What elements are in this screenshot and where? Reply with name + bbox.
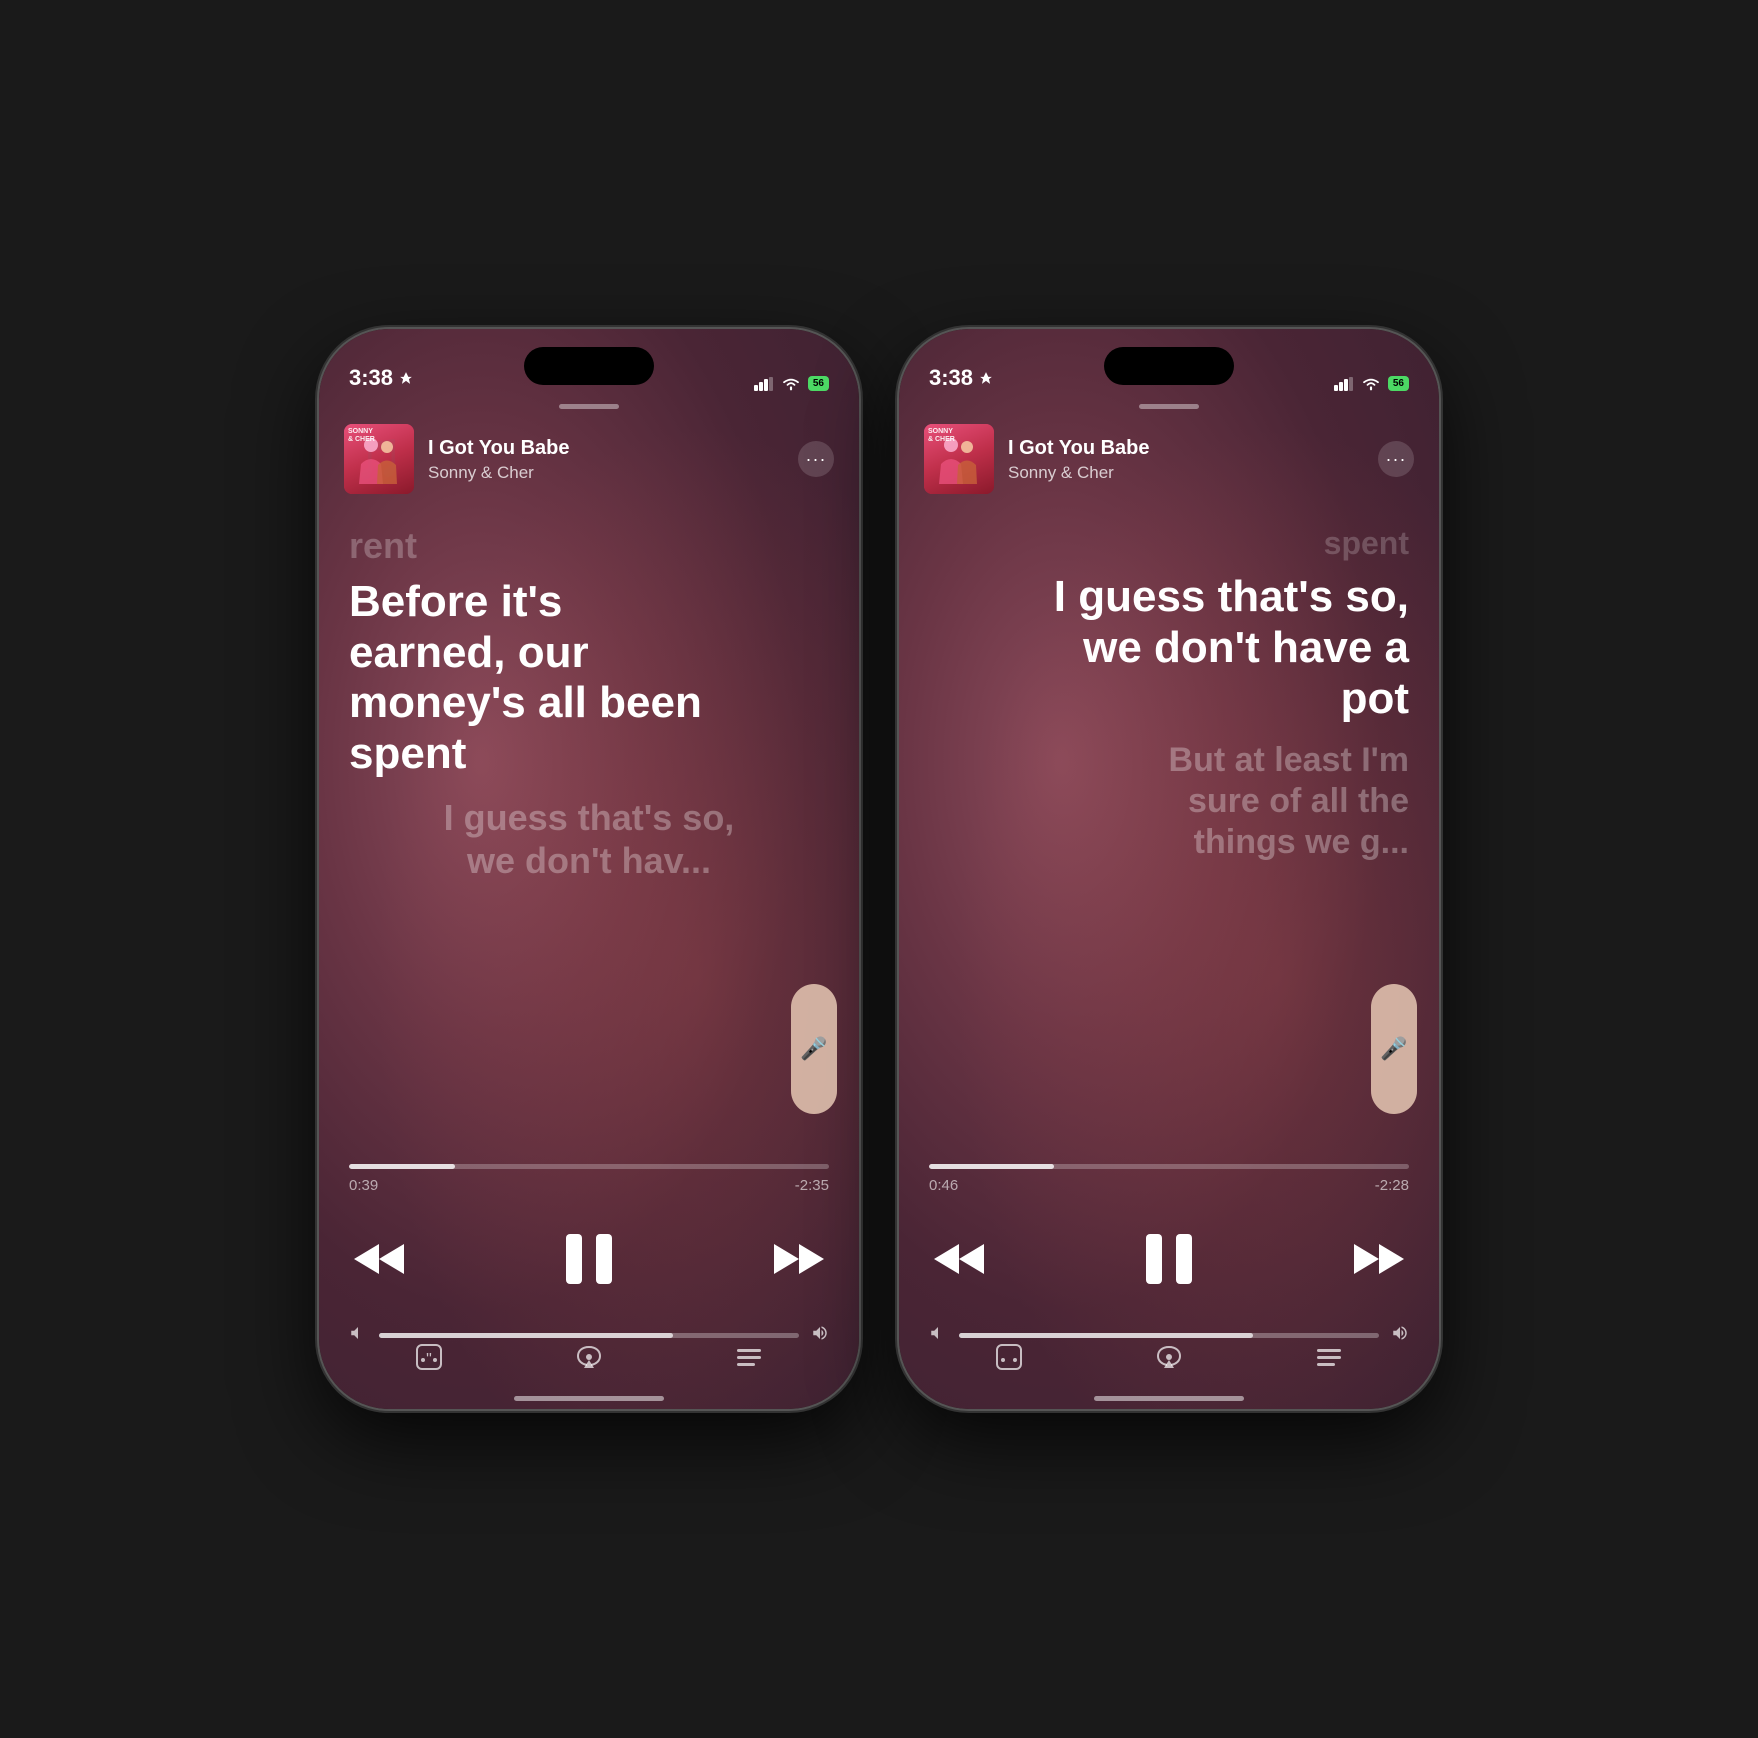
time-remaining: -2:35 — [795, 1177, 829, 1194]
airplay-button-2[interactable] — [1147, 1335, 1191, 1379]
scroll-handle-2[interactable]: 🎤 — [1371, 984, 1417, 1114]
svg-text:": " — [426, 1351, 432, 1368]
airplay-button[interactable] — [567, 1335, 611, 1379]
song-artist: Sonny & Cher — [428, 463, 784, 483]
mini-player: 🎵 SONNY& CHER I Got You Babe — [344, 424, 834, 494]
bottom-bar: " — [349, 1335, 829, 1379]
drag-indicator-2 — [1139, 404, 1199, 409]
progress-area-2: 0:46 -2:28 — [929, 1164, 1409, 1194]
lyrics-display: rent Before it's earned, our money's all… — [319, 514, 859, 892]
lyrics-next: I guess that's so, we don't hav... — [349, 796, 829, 882]
playback-controls — [349, 1224, 829, 1294]
status-bar-2: 3:38 56 — [899, 329, 1439, 399]
playback-controls-2 — [929, 1224, 1409, 1294]
pause-button[interactable] — [554, 1224, 624, 1294]
phone-1: 3:38 56 — [319, 329, 859, 1409]
forward-button[interactable] — [769, 1229, 829, 1289]
status-icons-2: 56 — [1334, 376, 1409, 391]
progress-fill-2 — [929, 1164, 1054, 1169]
lyrics-faded-previous: rent — [349, 524, 829, 567]
phone-2: 3:38 56 — [899, 329, 1439, 1409]
status-bar: 3:38 56 — [319, 329, 859, 399]
battery-badge: 56 — [808, 376, 829, 391]
lyrics-display-2: spent I guess that's so, we don't have a… — [899, 514, 1439, 873]
song-info-2: I Got You Babe Sonny & Cher — [1008, 435, 1364, 483]
status-time-2: 3:38 — [929, 365, 993, 391]
progress-area: 0:39 -2:35 — [349, 1164, 829, 1194]
status-time: 3:38 — [349, 365, 413, 391]
home-indicator-2 — [1094, 1396, 1244, 1401]
progress-track-2[interactable] — [929, 1164, 1409, 1169]
album-art-2: SONNY& CHER — [924, 424, 994, 494]
lyrics-next-2: But at least I'm sure of all the things … — [929, 740, 1409, 862]
mic-icon: 🎤 — [800, 1036, 827, 1062]
more-button[interactable]: ··· — [798, 441, 834, 477]
song-title: I Got You Babe — [428, 435, 784, 461]
time-elapsed: 0:39 — [349, 1177, 378, 1194]
progress-times-2: 0:46 -2:28 — [929, 1177, 1409, 1194]
bottom-bar-2 — [929, 1335, 1409, 1379]
mini-player-2: SONNY& CHER I Got You Babe Sonny & Cher … — [924, 424, 1414, 494]
lyrics-area: rent Before it's earned, our money's all… — [319, 514, 859, 1189]
album-art: 🎵 SONNY& CHER — [344, 424, 414, 494]
more-button-2[interactable]: ··· — [1378, 441, 1414, 477]
drag-indicator — [559, 404, 619, 409]
progress-times: 0:39 -2:35 — [349, 1177, 829, 1194]
lyrics-button-2[interactable] — [987, 1335, 1031, 1379]
time-elapsed-2: 0:46 — [929, 1177, 958, 1194]
progress-fill — [349, 1164, 455, 1169]
lyrics-current: Before it's earned, our money's all been… — [349, 577, 829, 779]
scroll-handle[interactable]: 🎤 — [791, 984, 837, 1114]
queue-button[interactable] — [727, 1335, 771, 1379]
lyrics-faded-previous-2: spent — [929, 524, 1409, 562]
lyrics-button[interactable]: " — [407, 1335, 451, 1379]
battery-badge-2: 56 — [1388, 376, 1409, 391]
song-title-2: I Got You Babe — [1008, 435, 1364, 461]
lyrics-current-2: I guess that's so, we don't have a pot — [929, 572, 1409, 724]
time-remaining-2: -2:28 — [1375, 1177, 1409, 1194]
lyrics-area-2: spent I guess that's so, we don't have a… — [899, 514, 1439, 1189]
song-info: I Got You Babe Sonny & Cher — [428, 435, 784, 483]
rewind-button-2[interactable] — [929, 1229, 989, 1289]
song-artist-2: Sonny & Cher — [1008, 463, 1364, 483]
forward-button-2[interactable] — [1349, 1229, 1409, 1289]
progress-track[interactable] — [349, 1164, 829, 1169]
rewind-button[interactable] — [349, 1229, 409, 1289]
home-indicator — [514, 1396, 664, 1401]
mic-icon-2: 🎤 — [1380, 1036, 1407, 1062]
pause-button-2[interactable] — [1134, 1224, 1204, 1294]
queue-button-2[interactable] — [1307, 1335, 1351, 1379]
status-icons: 56 — [754, 376, 829, 391]
